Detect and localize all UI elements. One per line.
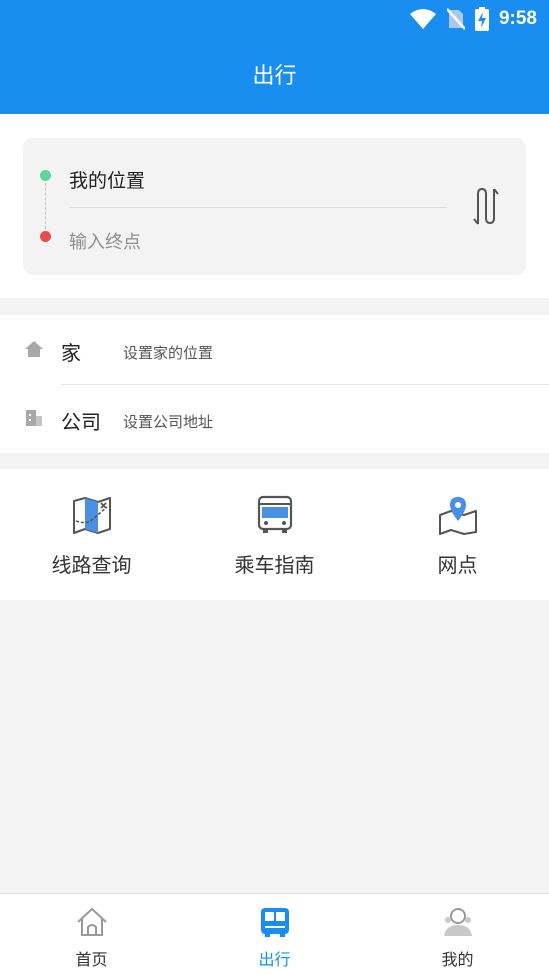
nav-travel[interactable]: 出行 bbox=[183, 894, 366, 977]
map-route-icon bbox=[73, 497, 111, 534]
service-ride-guide-label: 乘车指南 bbox=[234, 553, 315, 577]
nav-home-label: 首页 bbox=[75, 950, 108, 969]
favorite-home-title: 家 bbox=[61, 341, 81, 365]
page-title: 出行 bbox=[252, 64, 297, 89]
service-route-query[interactable]: 线路查询 bbox=[0, 469, 183, 600]
nav-mine[interactable]: 我的 bbox=[366, 894, 549, 977]
start-dot-icon bbox=[40, 170, 51, 181]
map-pin-icon bbox=[439, 497, 477, 535]
app-header: 9:58 出行 bbox=[0, 0, 549, 114]
favorite-home-subtitle: 设置家的位置 bbox=[123, 344, 214, 362]
user-icon bbox=[444, 908, 472, 936]
route-connector bbox=[45, 183, 46, 229]
status-time: 9:58 bbox=[498, 8, 537, 29]
service-ride-guide[interactable]: 乘车指南 bbox=[183, 469, 366, 600]
no-sim-icon bbox=[446, 8, 465, 30]
favorite-company-title: 公司 bbox=[61, 410, 101, 434]
destination-input[interactable]: 输入终点 bbox=[69, 228, 141, 254]
wifi-icon bbox=[409, 9, 436, 29]
nav-home[interactable]: 首页 bbox=[0, 894, 183, 977]
service-route-query-label: 线路查询 bbox=[51, 553, 132, 577]
route-section: 我的位置 输入终点 bbox=[0, 114, 549, 298]
favorite-places: 家 设置家的位置 公司 设置公司地址 bbox=[0, 315, 549, 453]
nav-travel-label: 出行 bbox=[258, 950, 291, 969]
status-bar: 9:58 bbox=[409, 6, 537, 32]
services-grid: 线路查询 乘车指南 网点 bbox=[0, 469, 549, 600]
favorite-company-subtitle: 设置公司地址 bbox=[123, 413, 214, 431]
origin-field[interactable]: 我的位置 bbox=[69, 166, 145, 193]
service-outlets-label: 网点 bbox=[437, 553, 478, 577]
bottom-navigation: 首页 出行 我的 bbox=[0, 893, 549, 977]
nav-mine-label: 我的 bbox=[441, 950, 474, 969]
battery-charging-icon bbox=[474, 7, 489, 31]
route-divider bbox=[69, 207, 447, 208]
favorite-company[interactable]: 公司 设置公司地址 bbox=[0, 384, 549, 453]
end-dot-icon bbox=[40, 231, 51, 242]
bus-icon bbox=[257, 495, 293, 533]
favorite-home[interactable]: 家 设置家的位置 bbox=[0, 315, 549, 384]
home-icon bbox=[25, 341, 43, 357]
swap-icon[interactable] bbox=[469, 186, 503, 226]
home-outline-icon bbox=[77, 907, 107, 936]
service-outlets[interactable]: 网点 bbox=[366, 469, 549, 600]
bus-nav-icon bbox=[261, 908, 289, 937]
office-building-icon bbox=[26, 410, 42, 426]
route-card: 我的位置 输入终点 bbox=[23, 138, 526, 275]
